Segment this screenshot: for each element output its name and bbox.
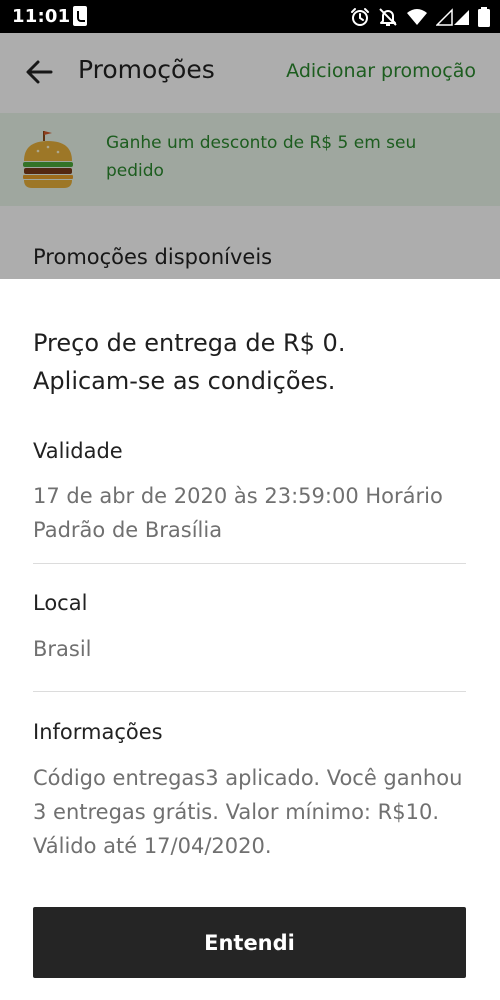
divider (33, 691, 466, 692)
alarm-icon (351, 8, 369, 26)
signal-icon (436, 8, 469, 26)
validity-value: 17 de abr de 2020 às 23:59:00 Horário Pa… (33, 484, 443, 542)
divider (33, 563, 466, 564)
validity-label: Validade (33, 439, 123, 463)
sheet-title: Preço de entrega de R$ 0. Aplicam-se as … (33, 329, 346, 395)
muted-bell-icon (379, 8, 397, 26)
status-time: 11:01 (12, 6, 71, 27)
location-value: Brasil (33, 637, 92, 661)
notification-icon (73, 6, 87, 26)
status-icons (350, 5, 490, 29)
info-label: Informações (33, 720, 163, 744)
status-bar: 11:01 (0, 0, 500, 33)
battery-icon (478, 7, 490, 27)
modal-scrim[interactable] (0, 33, 500, 279)
info-value: Código entregas3 aplicado. Você ganhou 3… (33, 766, 463, 858)
got-it-button[interactable]: Entendi (33, 907, 466, 978)
wifi-icon (407, 9, 427, 25)
location-label: Local (33, 591, 88, 615)
promotion-details-sheet: Preço de entrega de R$ 0. Aplicam-se as … (0, 279, 500, 1000)
